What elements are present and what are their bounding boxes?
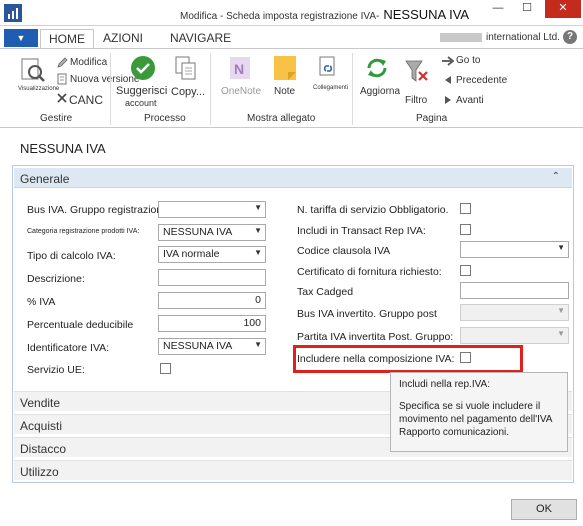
field-tooltip: Includi nella rep.IVA: Specifica se si v… [390, 372, 568, 452]
ribbon-separator [210, 53, 211, 125]
description-label: Descrizione: [27, 273, 85, 285]
tooltip-title: Includi nella rep.IVA: [399, 379, 490, 390]
transact-rep-label: Includi in Transact Rep IVA: [297, 225, 426, 237]
dropdown-arrow-icon[interactable]: ▼ [557, 243, 565, 252]
description-field[interactable] [158, 269, 266, 286]
new-version-icon [57, 73, 67, 85]
goto-icon [442, 56, 454, 66]
calc-type-select[interactable]: IVA normale ▼ [158, 246, 266, 263]
view-icon[interactable] [20, 57, 46, 83]
copy-button[interactable]: Copy... [171, 86, 205, 98]
check-circle-icon[interactable] [130, 55, 156, 81]
company-name: international Ltd. [440, 32, 560, 43]
window-title: Modifica - Scheda imposta registrazione … [180, 7, 470, 22]
product-posting-group-field[interactable]: NESSUNA IVA ▼ [158, 224, 266, 241]
edit-icon [57, 57, 68, 68]
edit-button[interactable]: Modifica [70, 57, 107, 68]
next-button[interactable]: Avanti [456, 95, 484, 106]
ribbon-tabs: ▼ HOME AZIONI NAVIGARE international Ltd… [0, 26, 583, 49]
certificate-checkbox[interactable] [460, 265, 471, 276]
help-icon[interactable]: ? [563, 30, 577, 44]
page-title: NESSUNA IVA [20, 141, 106, 156]
dropdown-arrow-icon[interactable]: ▼ [254, 226, 262, 235]
close-button[interactable]: ✕ [545, 0, 581, 18]
vat-clause-label: Codice clausola IVA [297, 245, 391, 257]
calc-type-label: Tipo di calcolo IVA: [27, 250, 116, 262]
vat-percent-label: % IVA [27, 296, 56, 308]
next-icon [445, 96, 451, 104]
reverse-bus-group-label: Bus IVA invertito. Gruppo post [297, 308, 437, 320]
refresh-icon[interactable] [364, 55, 390, 81]
reverse-vat-group-field[interactable]: ▼ [460, 327, 569, 344]
app-icon [4, 4, 22, 22]
dropdown-arrow-icon[interactable]: ▼ [557, 306, 565, 315]
vat-identifier-label: Identificatore IVA: [27, 342, 110, 354]
previous-button[interactable]: Precedente [456, 75, 507, 86]
tariff-no-label: N. tariffa di servizio Obbligatorio. [297, 204, 449, 216]
tooltip-body: Specifica se si vuole includere il movim… [399, 401, 552, 438]
delete-button[interactable]: CANC [69, 93, 103, 107]
reverse-vat-group-label: Partita IVA invertita Post. Gruppo: [297, 331, 454, 343]
tariff-no-checkbox[interactable] [460, 203, 471, 214]
tab-home[interactable]: HOME [40, 29, 94, 49]
group-label-pagina: Pagina [416, 113, 448, 124]
ribbon: Visualizzazione Modifica Nuova versione … [0, 48, 583, 128]
certificate-label: Certificato di fornitura richiesto: [297, 266, 442, 278]
suggest-account-label: account [125, 98, 157, 108]
links-icon[interactable] [318, 55, 340, 79]
group-label-gestire: Gestire [40, 113, 73, 124]
section-generale-title: Generale [20, 172, 70, 186]
product-posting-group-label: Categoria registrazione prodotti IVA: [27, 228, 140, 235]
dropdown-arrow-icon[interactable]: ▼ [254, 248, 262, 257]
svg-text:N: N [234, 61, 244, 77]
tab-azioni[interactable]: AZIONI [103, 31, 143, 45]
note-icon[interactable] [273, 55, 297, 81]
maximize-button[interactable]: ☐ [515, 0, 539, 18]
previous-icon [445, 76, 451, 84]
reverse-bus-group-field[interactable]: ▼ [460, 304, 569, 321]
transact-rep-checkbox[interactable] [460, 224, 471, 235]
delete-icon [57, 93, 67, 103]
suggest-account-button[interactable]: Suggerisci [116, 85, 167, 97]
ribbon-separator [352, 53, 353, 125]
collapse-chevron-icon[interactable]: ⌃ [552, 171, 560, 182]
deductible-percent-label: Percentuale deducibile [27, 319, 134, 331]
view-button[interactable]: Visualizzazione [18, 86, 59, 92]
ribbon-separator [110, 53, 111, 125]
vat-percent-field[interactable]: 0 [158, 292, 266, 309]
copy-icon[interactable] [174, 55, 198, 81]
section-generale-header[interactable]: Generale ⌃ [14, 168, 572, 188]
deductible-percent-field[interactable]: 100 [158, 315, 266, 332]
highlight-box [293, 345, 523, 373]
bus-posting-group-field[interactable]: ▼ [158, 201, 266, 218]
group-label-mostra-allegato: Mostra allegato [247, 113, 316, 124]
onenote-icon[interactable]: N [228, 55, 252, 81]
goto-button[interactable]: Go to [456, 55, 480, 66]
tax-cadged-label: Tax Cadged [297, 286, 354, 298]
footer-bar: OK [0, 488, 583, 526]
filter-icon[interactable] [404, 59, 430, 89]
eu-service-label: Servizio UE: [27, 364, 85, 376]
links-button[interactable]: Collegamenti [313, 85, 348, 91]
vat-clause-field[interactable]: ▼ [460, 241, 569, 258]
section-utilizzo-header[interactable]: Utilizzo [14, 460, 572, 480]
tab-navigare[interactable]: NAVIGARE [170, 31, 231, 45]
bus-posting-group-label: Bus IVA. Gruppo registrazione: [27, 204, 171, 216]
dropdown-arrow-icon[interactable]: ▼ [254, 340, 262, 349]
dropdown-arrow-icon[interactable]: ▼ [557, 329, 565, 338]
refresh-button[interactable]: Aggiorna [360, 86, 400, 97]
eu-service-checkbox[interactable] [160, 363, 171, 374]
window-title-record: NESSUNA IVA [383, 7, 470, 22]
title-bar: Modifica - Scheda imposta registrazione … [0, 0, 583, 26]
dropdown-arrow-icon[interactable]: ▼ [254, 203, 262, 212]
ok-button[interactable]: OK [511, 499, 577, 520]
filter-button[interactable]: Filtro [405, 95, 427, 106]
file-menu-button[interactable]: ▼ [4, 29, 38, 47]
minimize-button[interactable]: — [486, 0, 510, 18]
onenote-button[interactable]: OneNote [221, 86, 261, 97]
vat-identifier-field[interactable]: NESSUNA IVA ▼ [158, 338, 266, 355]
group-label-processo: Processo [144, 113, 186, 124]
tax-cadged-field[interactable] [460, 282, 569, 299]
note-button[interactable]: Note [274, 86, 295, 97]
